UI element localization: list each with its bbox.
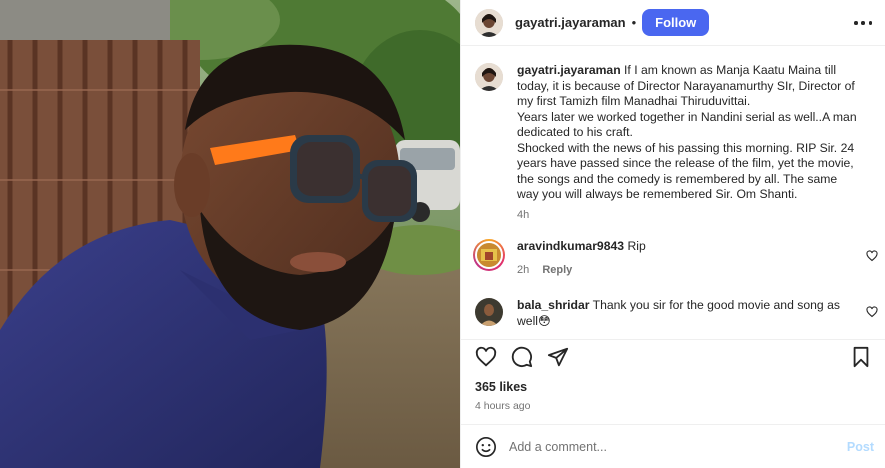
bookmark-icon-svg [853, 346, 869, 368]
author-username[interactable]: gayatri.jayaraman [515, 15, 626, 30]
post-photo[interactable] [0, 0, 460, 468]
caption-text-2: Years later we worked together in Nandin… [517, 109, 857, 140]
share-icon-svg [547, 347, 569, 367]
caption-meta: 4h [517, 208, 862, 224]
comment-username[interactable]: bala_shridar [517, 298, 589, 312]
commenter-avatar-image [477, 243, 501, 267]
post-header: gayatri.jayaraman • Follow [461, 0, 885, 46]
comment-composer: Post [461, 424, 885, 468]
comment-body: aravindkumar9843 Rip 2h Reply [517, 239, 862, 278]
more-dot [854, 21, 858, 25]
reply-button[interactable]: Reply [542, 264, 572, 276]
bookmark-icon[interactable] [850, 346, 872, 368]
heart-icon-svg [475, 346, 497, 367]
emoji-icon-svg [476, 436, 496, 457]
comment-like-heart-icon[interactable] [866, 306, 878, 318]
post-detail-panel: gayatri.jayaraman • Follow gayatri.jayar… [460, 0, 885, 468]
caption-body: gayatri.jayaraman If I am known as Manja… [517, 63, 862, 223]
post-photo-image [0, 0, 460, 468]
post-time-ago[interactable]: 4 hours ago [475, 400, 530, 412]
separator-dot: • [631, 15, 637, 30]
comment-item: bala_shridar Thank you sir for the good … [475, 298, 875, 329]
action-icons-row [475, 346, 569, 368]
comment-body: bala_shridar Thank you sir for the good … [517, 298, 862, 329]
commenter-avatar-image [475, 298, 503, 326]
commenter-avatar[interactable] [475, 298, 503, 326]
author-avatar[interactable] [475, 8, 503, 37]
comment-text: Rip [627, 239, 646, 253]
commenter-avatar-ring[interactable] [473, 239, 505, 271]
more-dot [861, 21, 865, 25]
emoji-icon[interactable] [475, 436, 497, 458]
comment-icon-svg [511, 346, 533, 368]
comment-like-heart-icon[interactable] [866, 250, 878, 262]
author-avatar-image [475, 8, 503, 37]
comment-meta: 2h Reply [517, 263, 862, 279]
heart-icon[interactable] [475, 346, 497, 368]
caption-avatar-image [475, 63, 503, 91]
follow-button[interactable]: Follow [642, 9, 710, 36]
comment-username[interactable]: aravindkumar9843 [517, 239, 624, 253]
comment-icon[interactable] [511, 346, 533, 368]
post-comment-button[interactable]: Post [847, 440, 874, 454]
more-dot [868, 21, 872, 25]
post-caption: gayatri.jayaraman If I am known as Manja… [475, 63, 875, 223]
likes-count[interactable]: 365 likes [475, 380, 527, 394]
caption-time[interactable]: 4h [517, 209, 529, 221]
comment-item: aravindkumar9843 Rip 2h Reply [473, 239, 873, 278]
caption-text-3: Shocked with the news of his passing thi… [517, 140, 855, 202]
caption-avatar[interactable] [475, 63, 503, 91]
more-horizontal-icon[interactable] [854, 14, 872, 32]
share-icon[interactable] [547, 346, 569, 368]
comment-time[interactable]: 2h [517, 264, 529, 276]
add-comment-input[interactable] [509, 439, 829, 454]
comments-section[interactable]: gayatri.jayaraman If I am known as Manja… [461, 47, 885, 339]
commenter-avatar [475, 241, 503, 269]
caption-username[interactable]: gayatri.jayaraman [517, 63, 621, 77]
